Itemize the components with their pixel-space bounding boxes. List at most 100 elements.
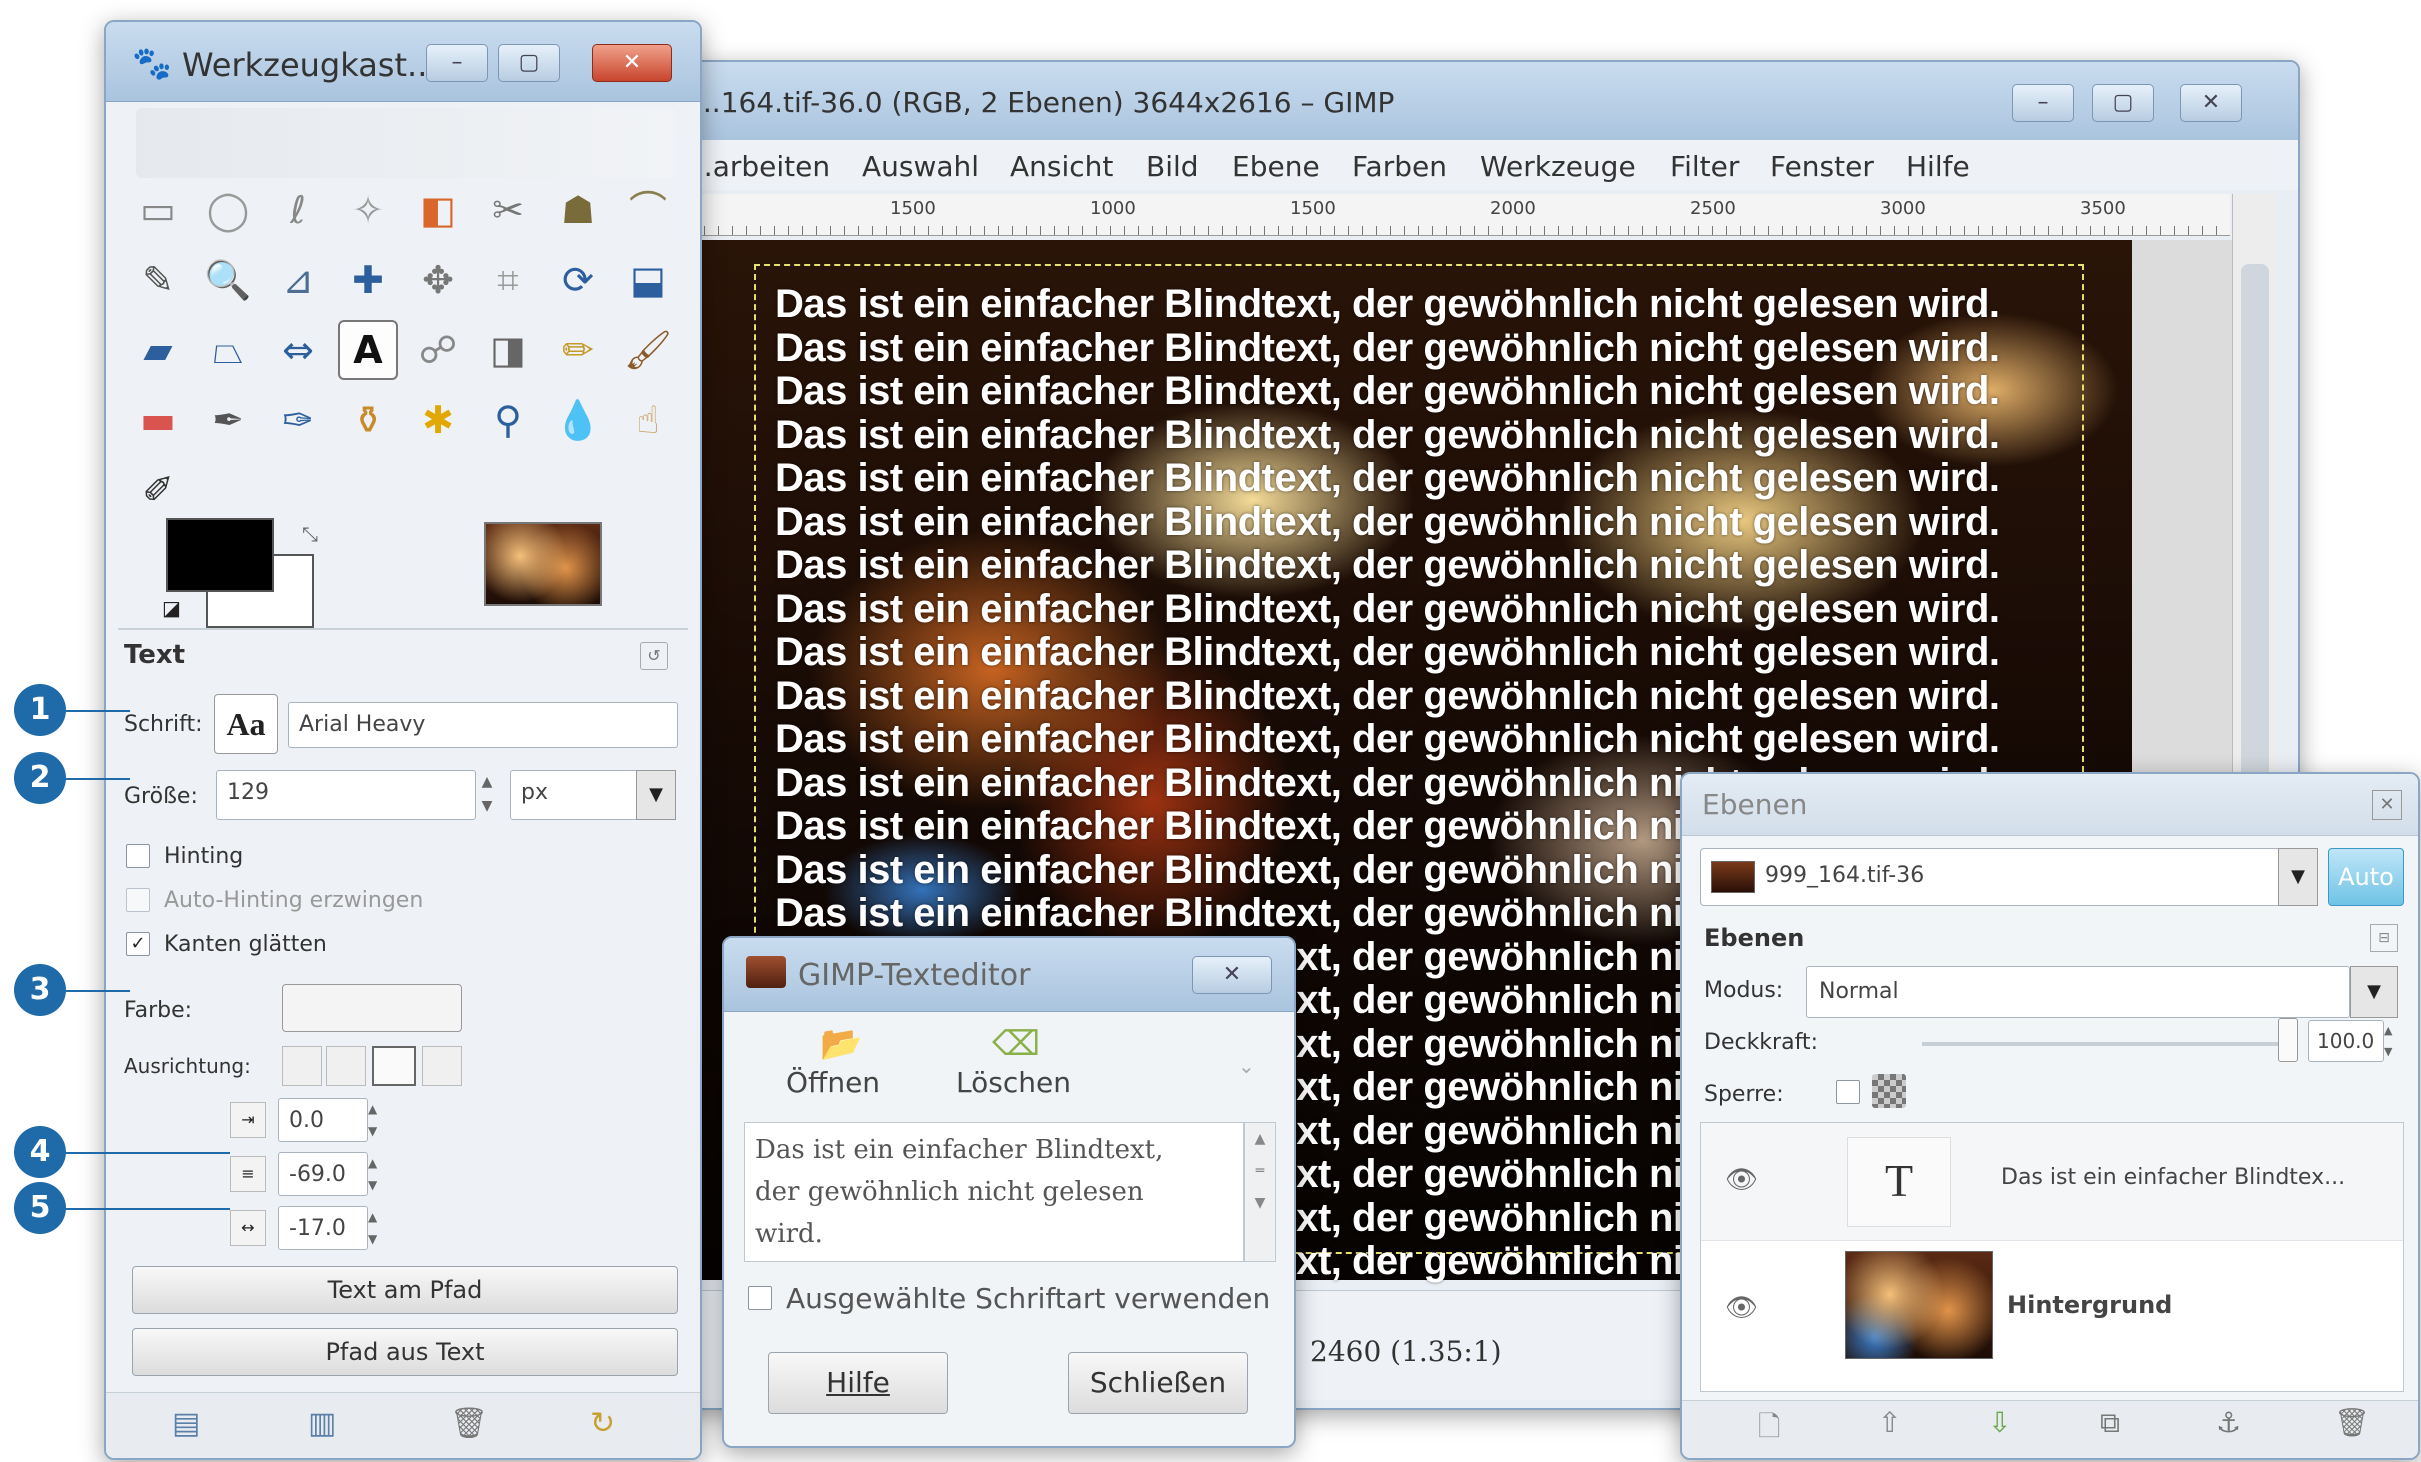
paintbrush-tool-icon[interactable]: 🖌 [618,320,678,380]
toolbox-maximize-button[interactable]: ▢ [498,44,560,82]
auto-button[interactable]: Auto [2328,848,2404,906]
reset-options-icon[interactable]: ↻ [590,1406,615,1441]
justify-center-button[interactable] [372,1046,416,1086]
scissors-tool-icon[interactable]: ✂ [478,180,538,240]
font-preview-button[interactable]: Aa [214,694,278,754]
text-editor-titlebar[interactable]: GIMP-Texteditor ✕ [724,938,1294,1012]
text-editor-scrollbar[interactable]: ▲ ═ ▼ [1244,1122,1276,1262]
image-select-combo[interactable]: 999_164.tif-36 [1700,848,2300,906]
letter-spacing-spinner[interactable]: ▲ ▼ [368,1206,388,1250]
menu-help[interactable]: Hilfe [1906,150,1970,183]
delete-options-icon[interactable]: 🗑 [450,1406,488,1441]
line-spacing-input[interactable]: -69.0 [278,1152,368,1196]
save-options-icon[interactable]: ▤ [172,1406,200,1441]
vertical-scrollbar-thumb[interactable] [2241,264,2269,784]
text-editor-textarea[interactable]: Das ist ein einfacher Blindtext, der gew… [744,1122,1244,1262]
main-titlebar[interactable]: ...164.tif-36.0 (RGB, 2 Ebenen) 3644x261… [682,62,2298,142]
layer-visibility-eye-icon[interactable]: 👁 [1725,1165,1758,1195]
lock-alpha-icon[interactable] [1872,1074,1906,1108]
blur-tool-icon[interactable]: 💧 [548,390,608,450]
move-tool-icon[interactable]: ✚ [338,250,398,310]
minimize-button[interactable]: – [2012,84,2074,122]
text-color-button[interactable] [282,984,462,1032]
active-image-thumbnail[interactable] [484,522,602,606]
rect-select-tool-icon[interactable]: ▭ [128,180,188,240]
justify-fill-button[interactable] [422,1046,462,1086]
raise-layer-icon[interactable]: ⇧ [1878,1406,1901,1439]
size-input[interactable]: 129 [216,770,476,820]
measure-tool-icon[interactable]: ⊿ [268,250,328,310]
opacity-input[interactable]: 100.0 [2308,1020,2384,1062]
smudge-tool-icon[interactable]: ☝ [618,390,678,450]
help-button[interactable]: Hilfe [768,1352,948,1414]
size-spinner[interactable]: ▲ ▼ [476,770,498,820]
opacity-slider-track[interactable] [1922,1042,2292,1046]
foreground-select-tool-icon[interactable]: ☗ [548,180,608,240]
align-tool-icon[interactable]: ✥ [408,250,468,310]
close-dialog-button[interactable]: Schließen [1068,1352,1248,1414]
text-editor-close-button[interactable]: ✕ [1192,956,1272,994]
close-button[interactable]: ✕ [2180,84,2242,122]
layers-close-icon[interactable]: ✕ [2372,790,2402,820]
open-file-button[interactable]: Öffnen [786,1066,880,1099]
new-layer-icon[interactable]: 🗋 [1758,1406,1781,1454]
crop-tool-icon[interactable]: ⌗ [478,250,538,310]
indent-input[interactable]: 0.0 [278,1098,368,1142]
justify-right-button[interactable] [326,1046,366,1086]
size-unit-select[interactable]: px [510,770,640,820]
toolbox-close-button[interactable]: ✕ [592,44,672,82]
use-selected-font-checkbox[interactable] [748,1286,772,1310]
opacity-spinner[interactable]: ▲ ▼ [2384,1020,2402,1062]
text-along-path-button[interactable]: Text am Pfad [132,1266,678,1314]
toolbox-titlebar[interactable]: 🐾 Werkzeugkast... – ▢ ✕ [106,22,700,102]
fuzzy-select-tool-icon[interactable]: ✧ [338,180,398,240]
zoom-tool-icon[interactable]: 🔍 [198,250,258,310]
toolbar-overflow-icon[interactable]: ⌄ [1238,1054,1255,1078]
clear-text-icon[interactable]: ⌫ [992,1024,1040,1064]
dodge-burn-tool-icon[interactable]: ✐ [128,460,188,520]
layers-section-restore-icon[interactable]: ⊟ [2370,924,2398,952]
layer-visibility-eye-icon[interactable]: 👁 [1725,1293,1758,1323]
swap-colors-icon[interactable]: ⤡ [302,522,318,546]
clear-text-button[interactable]: Löschen [956,1066,1071,1099]
lock-pixels-checkbox[interactable] [1836,1080,1860,1104]
ink-tool-icon[interactable]: ✑ [268,390,328,450]
color-select-tool-icon[interactable]: ◧ [408,180,468,240]
scale-tool-icon[interactable]: ⬓ [618,250,678,310]
cage-tool-icon[interactable]: ☍ [408,320,468,380]
reset-colors-icon[interactable]: ◪ [162,596,188,622]
hinting-checkbox[interactable] [126,844,150,868]
blend-tool-icon[interactable]: ◨ [478,320,538,380]
clone-tool-icon[interactable]: ⚱ [338,390,398,450]
lower-layer-icon[interactable]: ⇩ [1988,1406,2011,1439]
flip-tool-icon[interactable]: ⇔ [268,320,328,380]
menu-view[interactable]: Ansicht [1010,150,1113,183]
menu-tools[interactable]: Werkzeuge [1480,150,1636,183]
image-select-dropdown-icon[interactable]: ▼ [2278,848,2318,906]
layer-row[interactable]: 👁 T Das ist ein einfacher Blindtex... [1701,1123,2403,1241]
restore-options-icon[interactable]: ▥ [308,1406,336,1441]
open-file-icon[interactable]: 📂 [820,1024,862,1064]
color-picker-tool-icon[interactable]: ✎ [128,250,188,310]
airbrush-tool-icon[interactable]: ✒ [198,390,258,450]
pencil-tool-icon[interactable]: ✏ [548,320,608,380]
shear-tool-icon[interactable]: ▰ [128,320,188,380]
justify-left-button[interactable] [282,1046,322,1086]
menu-windows[interactable]: Fenster [1770,150,1874,183]
text-options-restore-icon[interactable]: ↺ [640,642,668,670]
rotate-tool-icon[interactable]: ⟳ [548,250,608,310]
heal-tool-icon[interactable]: ✱ [408,390,468,450]
perspective-tool-icon[interactable]: ⏢ [198,320,258,380]
antialias-checkbox[interactable]: ✓ [126,932,150,956]
autohinting-checkbox[interactable] [126,888,150,912]
size-unit-dropdown-icon[interactable]: ▼ [636,770,676,820]
menu-layer[interactable]: Ebene [1232,150,1320,183]
font-input[interactable]: Arial Heavy [288,702,678,748]
menu-select[interactable]: Auswahl [862,150,979,183]
delete-layer-icon[interactable]: 🗑 [2334,1406,2370,1439]
duplicate-layer-icon[interactable]: ⧉ [2100,1406,2120,1440]
maximize-button[interactable]: ▢ [2092,84,2154,122]
menu-image[interactable]: Bild [1146,150,1199,183]
path-from-text-button[interactable]: Pfad aus Text [132,1328,678,1376]
layer-row[interactable]: 👁 Hintergrund [1701,1243,2403,1391]
